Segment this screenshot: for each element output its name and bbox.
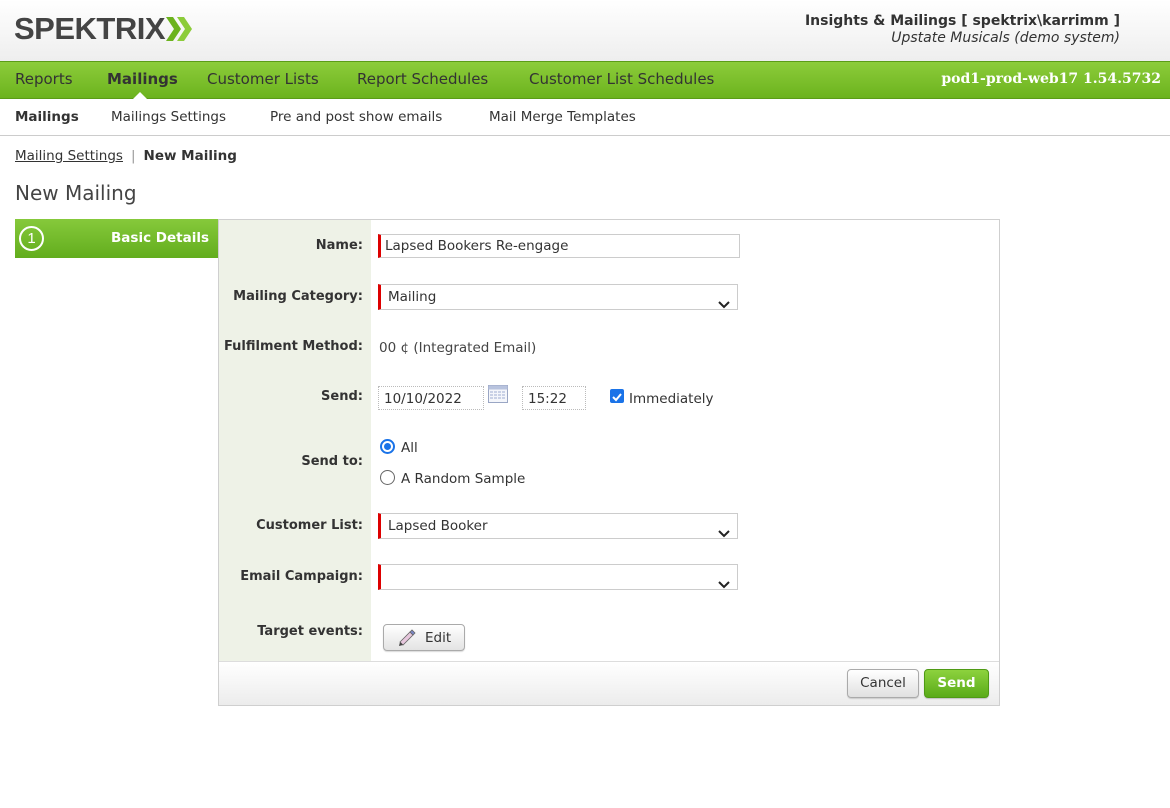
send-to-all-radio[interactable] <box>380 439 395 454</box>
server-version: pod1-prod-web17 1.54.5732 <box>941 71 1161 87</box>
send-to-all-label: All <box>401 440 418 456</box>
mailing-category-select[interactable]: Mailing <box>378 284 738 310</box>
subnav-pre-post-show-emails[interactable]: Pre and post show emails <box>270 99 442 135</box>
nav-report-schedules[interactable]: Report Schedules <box>357 62 488 98</box>
step-number-icon: 1 <box>19 226 44 251</box>
breadcrumb-mailing-settings-link[interactable]: Mailing Settings <box>15 148 123 164</box>
page-title: New Mailing <box>15 181 137 205</box>
customer-list-label: Customer List: <box>256 518 363 533</box>
mailing-category-value: Mailing <box>388 289 437 305</box>
breadcrumb-separator: | <box>130 148 136 164</box>
organisation-name: Upstate Musicals (demo system) <box>891 30 1120 46</box>
edit-button-label: Edit <box>425 630 452 646</box>
main-nav: Reports Mailings Customer Lists Report S… <box>0 61 1170 99</box>
nav-customer-list-schedules[interactable]: Customer List Schedules <box>529 62 714 98</box>
chevron-down-icon <box>718 573 730 597</box>
send-time-input[interactable]: 15:22 <box>522 386 586 410</box>
user-account: Insights & Mailings [ spektrix\karrimm ] <box>804 13 1120 29</box>
nav-customer-lists[interactable]: Customer Lists <box>207 62 319 98</box>
subnav-mail-merge-templates[interactable]: Mail Merge Templates <box>489 99 636 135</box>
send-label: Send: <box>321 389 363 404</box>
breadcrumb-current: New Mailing <box>143 148 237 164</box>
user-info: Insights & Mailings [ spektrix\karrimm ]… <box>805 13 1120 47</box>
fulfilment-method-value: 00 ¢ (Integrated Email) <box>379 340 537 356</box>
sub-nav: Mailings Mailings Settings Pre and post … <box>0 99 1170 136</box>
send-to-random-sample-radio[interactable] <box>380 470 395 485</box>
name-label: Name: <box>315 238 363 253</box>
chevron-down-icon <box>718 293 730 317</box>
calendar-icon[interactable] <box>488 385 508 407</box>
chevron-down-icon <box>718 522 730 546</box>
mailing-form: Name: Lapsed Bookers Re-engage Mailing C… <box>218 219 1000 706</box>
logo-text: SPEKTRIX <box>14 11 166 46</box>
logo-chevrons-icon <box>166 15 196 43</box>
mailing-category-label: Mailing Category: <box>233 289 363 304</box>
customer-list-value: Lapsed Booker <box>388 518 488 534</box>
wizard-step-basic-details[interactable]: 1 Basic Details <box>15 219 231 258</box>
edit-target-events-button[interactable]: Edit <box>383 624 465 651</box>
cancel-button[interactable]: Cancel <box>847 669 919 698</box>
app-header: SPEKTRIX Insights & Mailings [ spektrix\… <box>0 0 1170 61</box>
form-footer: Cancel Send <box>219 661 999 705</box>
radio-dot <box>384 443 391 450</box>
subnav-mailings-settings[interactable]: Mailings Settings <box>111 99 226 135</box>
active-nav-indicator <box>133 92 147 99</box>
send-to-random-sample-label: A Random Sample <box>401 471 526 487</box>
customer-list-select[interactable]: Lapsed Booker <box>378 513 738 539</box>
fulfilment-method-label: Fulfilment Method: <box>223 339 363 354</box>
nav-reports[interactable]: Reports <box>15 62 73 98</box>
send-date-input[interactable]: 10/10/2022 <box>378 386 484 410</box>
target-events-label: Target events: <box>257 624 363 639</box>
subnav-mailings[interactable]: Mailings <box>15 99 79 135</box>
spektrix-logo[interactable]: SPEKTRIX <box>14 11 196 46</box>
immediately-label: Immediately <box>629 391 714 407</box>
send-button[interactable]: Send <box>924 669 989 698</box>
immediately-checkbox[interactable] <box>610 389 624 403</box>
pencil-icon <box>397 629 417 651</box>
name-input[interactable]: Lapsed Bookers Re-engage <box>378 234 740 258</box>
send-to-label: Send to: <box>301 454 363 469</box>
email-campaign-select[interactable] <box>378 564 738 590</box>
form-label-column <box>219 220 371 661</box>
checkmark-icon <box>612 393 622 402</box>
step-label: Basic Details <box>111 230 209 246</box>
email-campaign-label: Email Campaign: <box>240 569 363 584</box>
breadcrumb: Mailing Settings | New Mailing <box>15 148 237 164</box>
